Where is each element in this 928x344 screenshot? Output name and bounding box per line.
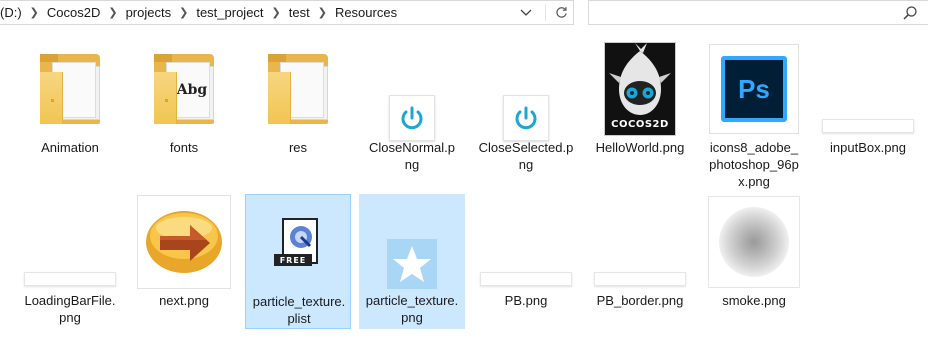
power-icon [503, 95, 549, 141]
file-item-helloworld[interactable]: COCOS2D HelloWorld.png [587, 41, 693, 161]
file-name: PB.png [504, 293, 548, 308]
file-item-smoke[interactable]: smoke.png [701, 194, 807, 314]
image-thumbnail [594, 272, 686, 286]
photoshop-logo-thumbnail: Ps [709, 44, 799, 134]
breadcrumb-drive[interactable]: (D:) [0, 5, 28, 20]
star-image-thumbnail [387, 239, 437, 289]
breadcrumb-resources[interactable]: Resources [329, 5, 403, 20]
folder-icon [40, 54, 100, 124]
file-name: smoke.png [722, 293, 786, 308]
file-item-fonts[interactable]: Abg fonts [131, 41, 237, 161]
file-name: HelloWorld.png [595, 140, 685, 155]
breadcrumb-projects[interactable]: projects [120, 5, 178, 20]
file-name: icons8_adobe_ photoshop_96p x.png [709, 140, 799, 189]
file-item-inputbox[interactable]: inputBox.png [815, 41, 921, 161]
refresh-button[interactable] [552, 1, 570, 24]
arrow-image-thumbnail [137, 195, 231, 289]
address-divider [545, 4, 546, 21]
file-name: PB_border.png [596, 293, 684, 308]
folder-icon [268, 54, 328, 124]
search-icon[interactable] [901, 4, 919, 22]
cocos-logo-thumbnail: COCOS2D [604, 42, 676, 136]
photoshop-logo-icon: Ps [721, 56, 787, 122]
file-item-loadingbarfile[interactable]: LoadingBarFile. png [17, 194, 123, 329]
file-name: particle_texture. plist [252, 294, 346, 326]
file-item-photoshop-icon[interactable]: Ps icons8_adobe_ photoshop_96p x.png [701, 41, 807, 191]
file-name: particle_texture. png [365, 293, 459, 325]
breadcrumb-test[interactable]: test [283, 5, 316, 20]
file-name: CloseNormal.p ng [369, 140, 455, 172]
free-badge: FREE [274, 254, 312, 266]
file-name: Animation [41, 140, 99, 155]
file-item-particle-texture-png[interactable]: particle_texture. png [359, 194, 465, 329]
smoke-image-thumbnail [708, 196, 800, 288]
chevron-down-icon [520, 9, 532, 16]
breadcrumb-separator-icon[interactable]: ❯ [177, 6, 190, 19]
breadcrumb-separator-icon[interactable]: ❯ [316, 6, 329, 19]
refresh-icon [555, 7, 567, 18]
file-item-res[interactable]: res [245, 41, 351, 161]
image-thumbnail [822, 119, 914, 133]
power-icon [389, 95, 435, 141]
breadcrumb: (D:) ❯ Cocos2D ❯ projects ❯ test_project… [0, 5, 403, 20]
file-name: next.png [159, 293, 209, 308]
image-thumbnail [24, 272, 116, 286]
breadcrumb-test-project[interactable]: test_project [190, 5, 269, 20]
file-name: fonts [169, 140, 199, 155]
search-input[interactable] [589, 1, 905, 24]
breadcrumb-separator-icon[interactable]: ❯ [270, 6, 283, 19]
file-item-pb[interactable]: PB.png [473, 194, 579, 314]
file-item-animation[interactable]: Animation [17, 41, 123, 161]
cocos-logo-text: COCOS2D [611, 119, 669, 130]
address-history-button[interactable] [514, 1, 538, 24]
file-name: res [288, 140, 308, 155]
plist-file-icon: FREE [274, 216, 324, 270]
fonts-folder-icon: Abg [154, 54, 214, 124]
file-item-next[interactable]: next.png [131, 194, 237, 314]
file-name: LoadingBarFile. png [24, 293, 116, 325]
font-sample-glyph: Abg [176, 82, 208, 98]
search-box[interactable] [588, 0, 928, 25]
breadcrumb-separator-icon[interactable]: ❯ [28, 6, 41, 19]
breadcrumb-cocos2d[interactable]: Cocos2D [41, 5, 106, 20]
file-item-particle-texture-plist[interactable]: FREE particle_texture. plist [245, 194, 351, 329]
file-item-pb-border[interactable]: PB_border.png [587, 194, 693, 314]
file-name: inputBox.png [830, 140, 906, 155]
image-thumbnail [480, 272, 572, 286]
file-item-closeselected[interactable]: CloseSelected.p ng [473, 41, 579, 176]
address-bar[interactable]: (D:) ❯ Cocos2D ❯ projects ❯ test_project… [0, 0, 574, 25]
file-name: CloseSelected.p ng [478, 140, 574, 172]
breadcrumb-separator-icon[interactable]: ❯ [106, 6, 119, 19]
file-item-closenormal[interactable]: CloseNormal.p ng [359, 41, 465, 176]
